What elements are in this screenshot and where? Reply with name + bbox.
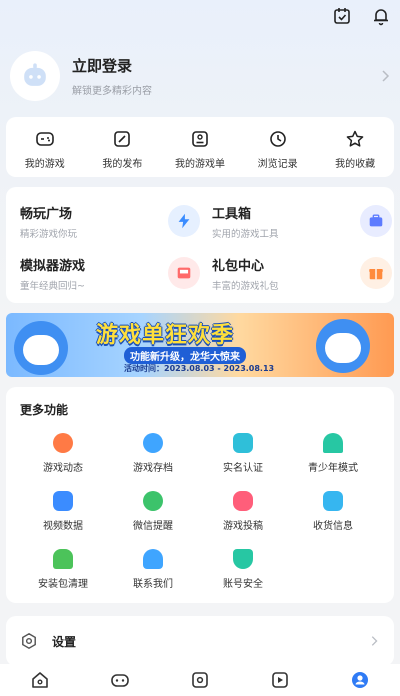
lightning-icon: [168, 205, 200, 237]
more-item-game-submit[interactable]: 游戏投稿: [198, 491, 288, 532]
more-item-game-dynamic[interactable]: 游戏动态: [18, 433, 108, 474]
feature-title: 工具箱: [212, 206, 252, 222]
tab-profile[interactable]: [340, 664, 380, 696]
quick-label: 我的发布: [102, 159, 143, 170]
more-item-label: 安装包清理: [38, 579, 88, 590]
quick-label: 浏览记录: [257, 159, 298, 170]
more-item-label: 账号安全: [223, 579, 263, 590]
more-item-label: 游戏存档: [133, 463, 173, 474]
feature-toolbox[interactable]: 工具箱 实用的游戏工具: [212, 197, 392, 245]
toolbox-icon: [360, 205, 392, 237]
more-item-label: 游戏投稿: [223, 521, 263, 532]
gear-icon: [22, 632, 36, 650]
more-item-wechat-reminder[interactable]: 微信提醒: [108, 491, 198, 532]
more-item-real-name[interactable]: 实名认证: [198, 433, 288, 474]
id-card-icon: [233, 433, 253, 453]
chart-icon: [53, 491, 73, 511]
umbrella-icon: [323, 433, 343, 453]
feature-emulator[interactable]: 模拟器游戏 童年经典回归~: [20, 249, 200, 297]
quick-my-games[interactable]: 我的游戏: [10, 129, 80, 177]
quick-label: 我的游戏单: [174, 159, 225, 170]
dynamic-icon: [53, 433, 73, 453]
more-item-label: 收货信息: [313, 521, 353, 532]
feature-subtitle: 丰富的游戏礼包: [212, 280, 279, 292]
community-icon: [192, 672, 208, 688]
feature-title: 畅玩广场: [20, 206, 73, 222]
more-item-label: 游戏动态: [43, 463, 83, 474]
chevron-right-icon: [382, 70, 390, 82]
feature-title: 模拟器游戏: [20, 258, 86, 274]
more-functions-title: 更多功能: [20, 403, 69, 417]
feature-play-square[interactable]: 畅玩广场 精彩游戏你玩: [20, 197, 200, 245]
more-item-label: 视频数据: [43, 521, 83, 532]
more-item-contact-us[interactable]: 联系我们: [108, 549, 198, 590]
settings-row[interactable]: 设置: [6, 616, 394, 666]
login-subtitle: 解锁更多精彩内容: [72, 86, 152, 97]
edit-icon: [114, 131, 131, 147]
quick-my-game-lists[interactable]: 我的游戏单: [165, 129, 235, 177]
top-bar: [0, 0, 400, 34]
gift-icon: [360, 257, 392, 289]
tab-home[interactable]: [20, 664, 60, 696]
feature-gift-center[interactable]: 礼包中心 丰富的游戏礼包: [212, 249, 392, 297]
package-icon: [323, 491, 343, 511]
bottom-tab-bar: [0, 664, 400, 696]
feature-title: 礼包中心: [212, 258, 265, 274]
video-icon: [272, 672, 288, 688]
emulator-icon: [168, 257, 200, 289]
more-item-package-clean[interactable]: 安装包清理: [18, 549, 108, 590]
game-icon: [111, 674, 129, 687]
more-item-label: 联系我们: [133, 579, 173, 590]
more-item-teen-mode[interactable]: 青少年模式: [288, 433, 378, 474]
tab-game[interactable]: [100, 664, 140, 696]
headset-icon: [143, 549, 163, 569]
quick-my-posts[interactable]: 我的发布: [87, 129, 157, 177]
feature-subtitle: 童年经典回归~: [20, 280, 85, 292]
banner-title: 游戏单狂欢季: [96, 323, 235, 348]
clock-icon: [269, 131, 286, 147]
wechat-icon: [143, 491, 163, 511]
more-item-label: 青少年模式: [308, 463, 358, 474]
tab-video[interactable]: [260, 664, 300, 696]
more-item-video-data[interactable]: 视频数据: [18, 491, 108, 532]
more-item-label: 实名认证: [223, 463, 263, 474]
quick-actions-card: 我的游戏 我的发布 我的游戏单 浏览记录 我的收藏: [6, 117, 394, 177]
robot-avatar-icon: [24, 63, 46, 86]
cloud-upload-icon: [143, 433, 163, 453]
more-functions-card: 更多功能 游戏动态 游戏存档 实名认证 青少年模式 视频数据 微信提醒 游戏投稿…: [6, 387, 394, 603]
feature-card: 畅玩广场 精彩游戏你玩 工具箱 实用的游戏工具 模拟器游戏 童年经典回归~ 礼包…: [6, 187, 394, 303]
more-item-account-security[interactable]: 账号安全: [198, 549, 288, 590]
home-icon: [32, 672, 48, 688]
feature-subtitle: 实用的游戏工具: [212, 228, 279, 240]
more-item-label: 微信提醒: [133, 521, 173, 532]
quick-label: 我的游戏: [24, 159, 65, 170]
promo-banner[interactable]: 游戏单狂欢季 功能新升级，龙华大惊来 活动时间：2023.08.03 - 202…: [6, 313, 394, 377]
banner-subtitle: 功能新升级，龙华大惊来: [124, 347, 246, 364]
android-icon: [53, 549, 73, 569]
quick-history[interactable]: 浏览记录: [243, 129, 313, 177]
list-icon: [192, 131, 208, 147]
feature-subtitle: 精彩游戏你玩: [20, 228, 78, 240]
more-item-game-save[interactable]: 游戏存档: [108, 433, 198, 474]
settings-label: 设置: [52, 634, 77, 649]
login-title[interactable]: 立即登录: [72, 55, 378, 76]
chevron-right-icon: [371, 636, 378, 646]
profile-icon: [352, 672, 368, 688]
mascot-right-image: [316, 319, 370, 373]
banner-date: 活动时间：2023.08.03 - 2023.08.13: [124, 364, 275, 373]
gamepad-icon: [35, 132, 54, 146]
quick-label: 我的收藏: [335, 159, 376, 170]
shield-icon: [233, 549, 253, 569]
login-row[interactable]: 立即登录 解锁更多精彩内容: [10, 50, 392, 102]
more-item-shipping-info[interactable]: 收货信息: [288, 491, 378, 532]
star-icon: [346, 130, 364, 147]
mascot-left-image: [14, 321, 68, 375]
bell-icon[interactable]: [371, 6, 391, 26]
avatar[interactable]: [10, 51, 60, 101]
controller-icon: [233, 491, 253, 511]
calendar-check-icon[interactable]: [332, 6, 352, 26]
tab-community[interactable]: [180, 664, 220, 696]
quick-favorites[interactable]: 我的收藏: [320, 129, 390, 177]
